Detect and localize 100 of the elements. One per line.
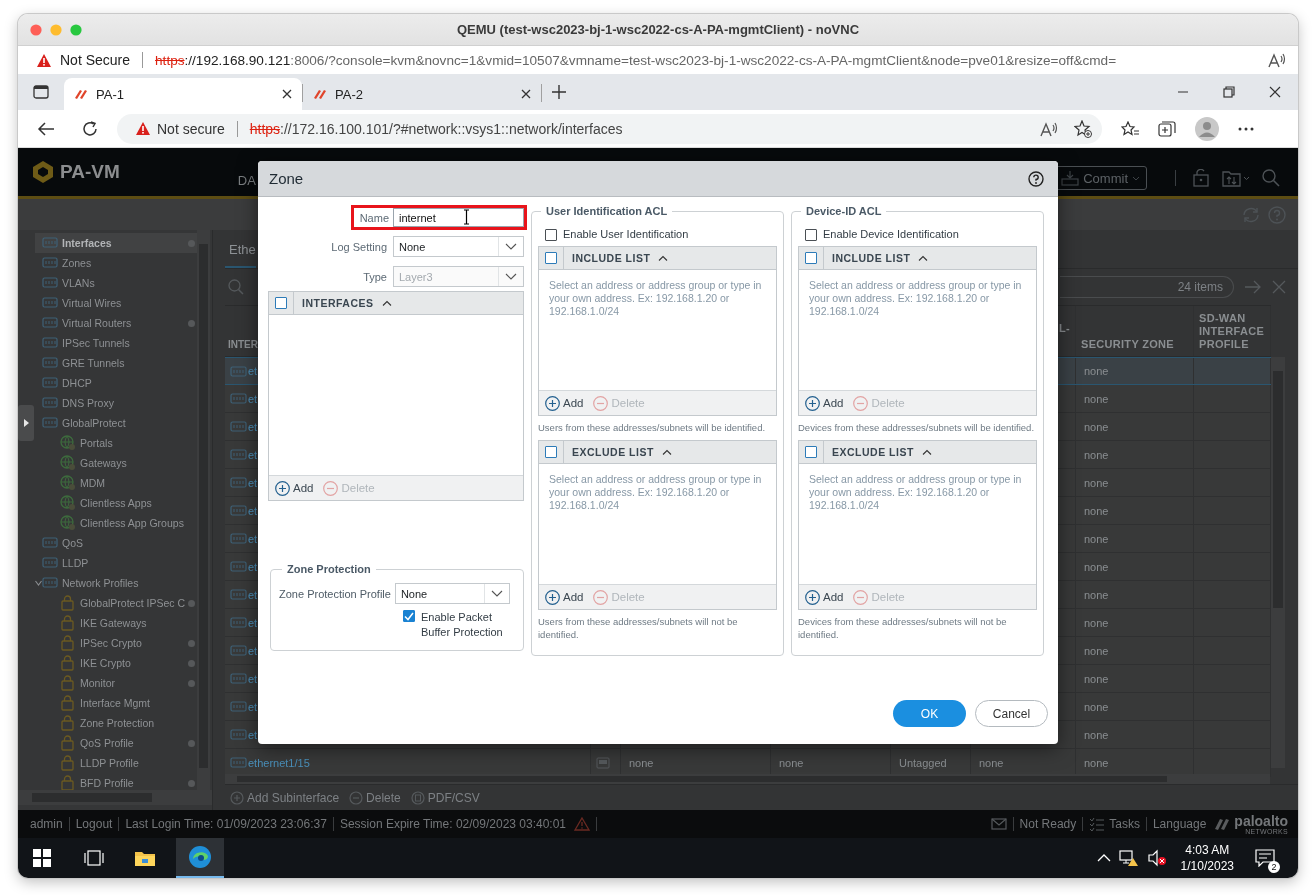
interface-link[interactable]: et <box>248 644 258 657</box>
checkbox[interactable] <box>545 228 557 241</box>
close-icon[interactable] <box>521 89 531 99</box>
sidebar-item[interactable]: Zone Protection <box>35 713 197 733</box>
close-icon[interactable] <box>282 89 292 99</box>
sidebar-item[interactable]: Interface Mgmt <box>35 693 197 713</box>
browser-tab[interactable]: PA-2 <box>303 78 541 110</box>
column-header[interactable]: EXCLUDE LIST <box>572 446 654 458</box>
checkbox[interactable] <box>805 228 817 241</box>
browser-tab[interactable]: PA-1 <box>64 78 302 110</box>
config-icon[interactable] <box>1222 169 1250 187</box>
interface-link[interactable]: et <box>248 504 258 517</box>
sidebar-item[interactable]: Virtual Wires <box>35 293 197 313</box>
help-icon[interactable] <box>1028 170 1044 187</box>
sidebar-item[interactable]: GlobalProtect IPSec C <box>35 593 197 613</box>
taskbar-app-button[interactable] <box>176 838 224 878</box>
interface-link[interactable]: ethernet1/15 <box>248 756 310 769</box>
close-icon[interactable] <box>1269 86 1281 98</box>
action-button[interactable]: Delete <box>349 790 401 805</box>
sidebar-item[interactable]: QoS Profile <box>35 733 197 753</box>
network-warning-icon[interactable] <box>1118 849 1139 867</box>
interface-link[interactable]: et <box>248 476 258 489</box>
sidebar-item[interactable]: IKE Gateways <box>35 613 197 633</box>
add-button[interactable]: Add <box>275 480 314 496</box>
action-button[interactable]: PDF/CSV <box>410 790 480 805</box>
scrollbar[interactable] <box>1271 357 1285 768</box>
checkbox[interactable] <box>545 446 557 458</box>
speaker-muted-icon[interactable] <box>1146 849 1167 867</box>
interface-link[interactable]: et <box>248 392 258 405</box>
collections-icon[interactable] <box>1158 119 1176 138</box>
add-button[interactable]: Add <box>805 395 844 411</box>
caret-icon[interactable] <box>35 580 42 586</box>
dropdown[interactable]: None <box>393 236 524 257</box>
favorites-icon[interactable] <box>1121 120 1139 137</box>
search-icon[interactable] <box>1262 169 1280 187</box>
column-header[interactable]: SD-WAN INTERFACE PROFILE <box>1194 306 1271 356</box>
back-icon[interactable] <box>37 120 55 137</box>
add-button[interactable]: Add <box>805 589 844 605</box>
url-text[interactable]: https://192.168.90.121:8006/?console=kvm&novnc=1&vmid=10507&vmname=test-wsc2023-bj-1-wsc2022-cs-A-PA-mgmtClient&node=pve01&resize=off&cmd= <box>155 52 1117 68</box>
chevron-up-icon[interactable] <box>1096 853 1111 863</box>
sidebar-item[interactable]: DHCP <box>35 373 197 393</box>
column-header[interactable]: INCLUDE LIST <box>832 252 911 264</box>
scrollbar[interactable] <box>18 790 212 805</box>
checkbox[interactable] <box>805 252 817 264</box>
sidebar-item[interactable]: QoS <box>35 533 197 553</box>
logout-link[interactable]: Logout <box>75 817 113 831</box>
add-button[interactable]: Add <box>545 395 584 411</box>
sidebar-item[interactable]: BFD Profile <box>35 773 197 790</box>
sidebar-item[interactable]: Clientless Apps <box>35 493 197 513</box>
sidebar-item[interactable]: MDM <box>35 473 197 493</box>
refresh-icon[interactable] <box>82 120 98 137</box>
column-header[interactable]: SECURITY ZONE <box>1076 306 1194 356</box>
sidebar-item[interactable]: IPSec Tunnels <box>35 333 197 353</box>
interface-link[interactable]: et <box>248 672 258 685</box>
ok-button[interactable]: OK <box>893 700 966 727</box>
table-row[interactable]: ethernet1/15 none none Untagged none none <box>225 749 1271 777</box>
interface-link[interactable]: et <box>248 420 258 433</box>
sidebar-item[interactable]: IPSec Crypto <box>35 633 197 653</box>
nav-tab[interactable]: DA <box>237 172 256 188</box>
windows-start-icon[interactable] <box>33 849 51 867</box>
sidebar-item[interactable]: Monitor <box>35 673 197 693</box>
sidebar-item[interactable]: IKE Crypto <box>35 653 197 673</box>
tasks-button[interactable]: Tasks <box>1089 817 1140 831</box>
profile-avatar-icon[interactable] <box>1195 116 1219 141</box>
sidebar-item[interactable]: Portals <box>35 433 197 453</box>
folder-icon[interactable] <box>134 849 156 867</box>
interface-link[interactable]: et <box>248 532 258 545</box>
sidebar-item[interactable]: LLDP Profile <box>35 753 197 773</box>
sidebar-item[interactable]: VLANs <box>35 273 197 293</box>
more-icon[interactable] <box>1238 126 1254 131</box>
interface-link[interactable]: et <box>248 365 258 377</box>
sidebar-item[interactable]: LLDP <box>35 553 197 573</box>
column-header[interactable]: INTERFACES <box>302 297 374 309</box>
clock[interactable]: 4:03 AM 1/10/2023 <box>1180 842 1234 874</box>
checkbox[interactable] <box>275 297 287 309</box>
language-link[interactable]: Language <box>1152 817 1207 831</box>
interface-link[interactable]: et <box>248 560 258 573</box>
new-tab-icon[interactable] <box>552 85 566 99</box>
content-tab[interactable]: Ethe <box>225 230 256 268</box>
action-button[interactable]: Add Subinterface <box>230 790 340 805</box>
interface-link[interactable]: et <box>248 700 258 713</box>
checkbox[interactable] <box>545 252 557 264</box>
sidebar-item[interactable]: Gateways <box>35 453 197 473</box>
column-header[interactable]: INCLUDE LIST <box>572 252 651 264</box>
url-text[interactable]: https://172.16.100.101/?#network::vsys1::network/interfaces <box>249 120 623 137</box>
add-button[interactable]: Add <box>545 589 584 605</box>
sidebar-item[interactable]: Clientless App Groups <box>35 513 197 533</box>
cancel-button[interactable]: Cancel <box>975 700 1048 727</box>
interface-link[interactable]: et <box>248 588 258 601</box>
address-field[interactable]: Not secure https://172.16.100.101/?#network::vsys1::network/interfaces <box>117 113 1102 144</box>
add-favorite-icon[interactable] <box>1074 119 1092 138</box>
expand-handle-icon[interactable] <box>18 405 34 441</box>
sidebar-item[interactable]: Network Profiles <box>35 573 197 593</box>
sidebar-item[interactable]: DNS Proxy <box>35 393 197 413</box>
window-close-button[interactable] <box>30 23 42 36</box>
sidebar-item[interactable]: Zones <box>35 253 197 273</box>
lock-icon[interactable] <box>1192 169 1210 187</box>
interface-link[interactable]: et <box>248 616 258 629</box>
mail-icon[interactable] <box>990 818 1007 830</box>
interface-link[interactable]: et <box>248 448 258 461</box>
